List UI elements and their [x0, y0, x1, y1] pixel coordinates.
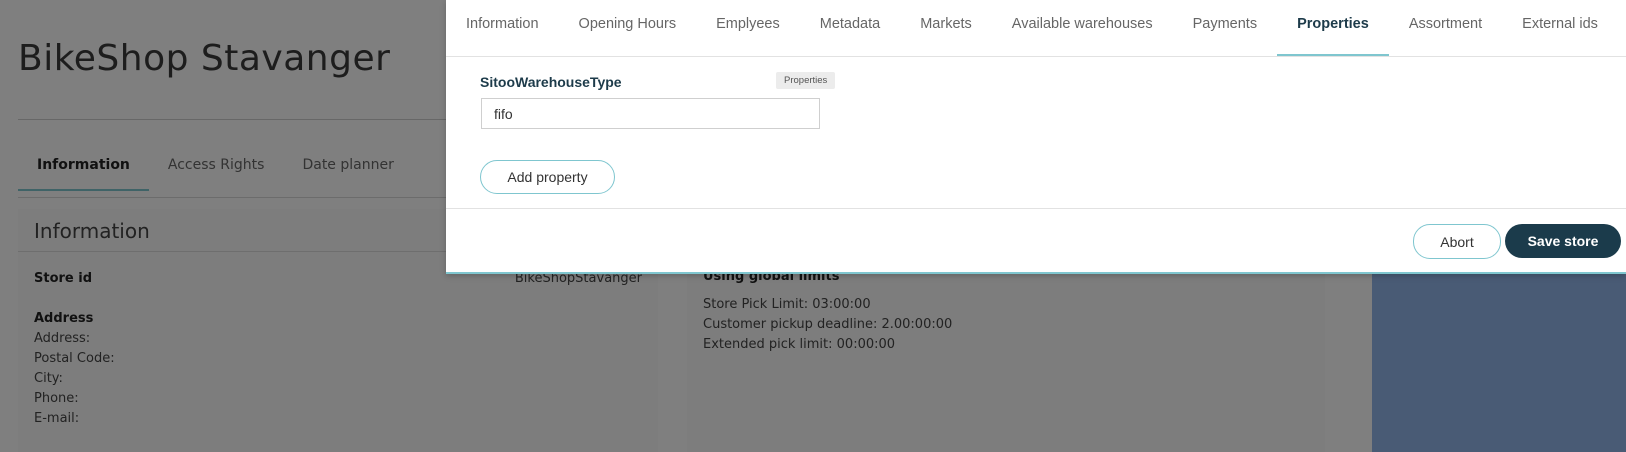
property-value-input[interactable]: fifo	[481, 98, 820, 129]
tab-information[interactable]: Information	[446, 0, 559, 56]
property-label: SitooWarehouseType	[480, 74, 622, 90]
tab-metadata[interactable]: Metadata	[800, 0, 900, 56]
tab-properties[interactable]: Properties	[1277, 0, 1389, 56]
tab-payments[interactable]: Payments	[1173, 0, 1277, 56]
add-property-button[interactable]: Add property	[480, 160, 615, 194]
abort-button[interactable]: Abort	[1413, 224, 1501, 259]
tab-assortment[interactable]: Assortment	[1389, 0, 1502, 56]
tab-truncated[interactable]: A	[1618, 0, 1626, 56]
save-store-button[interactable]: Save store	[1505, 224, 1621, 258]
tab-opening-hours[interactable]: Opening Hours	[559, 0, 697, 56]
tab-external-ids[interactable]: External ids	[1502, 0, 1618, 56]
tab-employees[interactable]: Emplyees	[696, 0, 800, 56]
tab-markets[interactable]: Markets	[900, 0, 992, 56]
tab-available-warehouses[interactable]: Available warehouses	[992, 0, 1173, 56]
edit-store-modal: Information Opening Hours Emplyees Metad…	[446, 0, 1626, 274]
property-badge: Properties	[776, 72, 836, 89]
modal-tabs: Information Opening Hours Emplyees Metad…	[446, 0, 1626, 57]
modal-footer-divider	[446, 208, 1626, 209]
